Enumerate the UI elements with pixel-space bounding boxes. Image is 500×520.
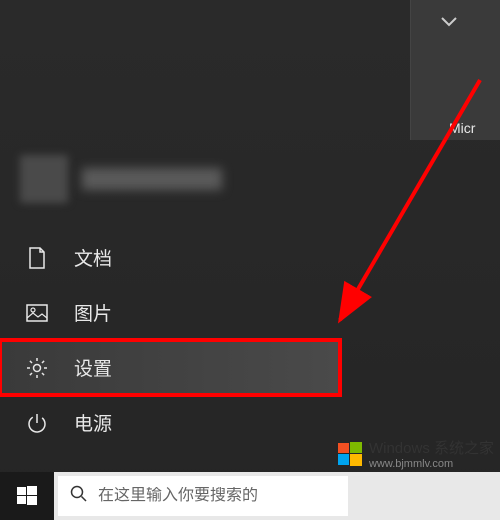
start-left-rail: 文档 图片 设置 电源 — [0, 230, 340, 450]
menu-label: 设置 — [74, 354, 112, 381]
menu-item-power[interactable]: 电源 — [0, 395, 340, 450]
document-icon — [26, 247, 48, 269]
watermark: Windows 系统之家 www.bjmmlv.com — [337, 437, 494, 470]
tile-area: Micr — [410, 0, 500, 140]
taskbar — [0, 472, 500, 520]
search-icon — [70, 485, 88, 508]
menu-label: 文档 — [74, 244, 112, 271]
windows-logo-icon — [17, 486, 37, 506]
menu-item-pictures[interactable]: 图片 — [0, 285, 340, 340]
menu-label: 图片 — [74, 299, 112, 326]
windows-color-logo-icon — [337, 441, 363, 467]
gear-icon — [26, 357, 48, 379]
start-button[interactable] — [0, 472, 54, 520]
watermark-url: www.bjmmlv.com — [369, 458, 494, 470]
chevron-down-icon[interactable] — [441, 14, 457, 30]
menu-item-documents[interactable]: 文档 — [0, 230, 340, 285]
tile-label: Micr — [449, 120, 475, 136]
search-input[interactable] — [98, 487, 336, 505]
picture-icon — [26, 302, 48, 324]
power-icon — [26, 412, 48, 434]
user-account-section[interactable] — [20, 155, 222, 203]
username-obscured — [82, 168, 222, 190]
menu-label: 电源 — [74, 409, 112, 436]
avatar — [20, 155, 68, 203]
taskbar-search[interactable] — [58, 476, 348, 516]
watermark-title: Windows 系统之家 — [369, 440, 494, 457]
menu-item-settings[interactable]: 设置 — [0, 340, 340, 395]
